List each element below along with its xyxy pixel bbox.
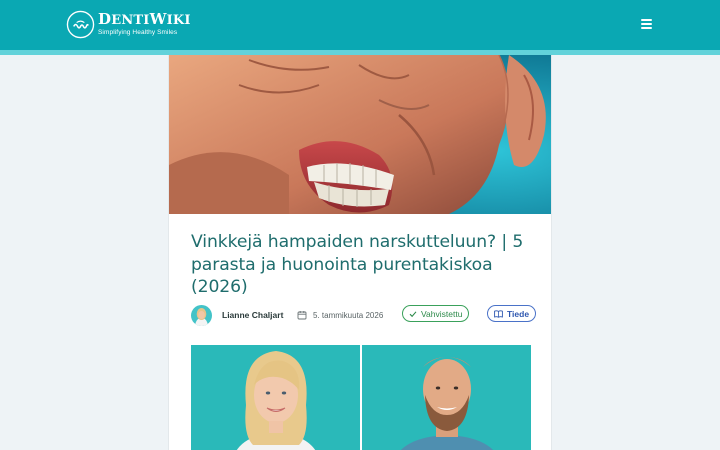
science-badge-label: Tiede xyxy=(507,308,530,319)
site-logo[interactable]: DENTIWIKI Simplifying Healthy Smiles xyxy=(66,9,191,39)
author-avatar[interactable] xyxy=(191,305,212,326)
hero-image xyxy=(169,55,551,214)
author-name[interactable]: Lianne Chaljart xyxy=(222,310,283,320)
logo-name: DENTIWIKI xyxy=(98,9,191,28)
expert-photo-woman[interactable] xyxy=(191,345,360,450)
article-title: Vinkkejä hampaiden narskutteluun? | 5 pa… xyxy=(191,232,524,297)
logo-tagline: Simplifying Healthy Smiles xyxy=(98,28,178,36)
expert-photo-man[interactable] xyxy=(362,345,531,450)
article-meta: Lianne Chaljart 5. tammikuuta 2026 Vahvi… xyxy=(191,305,537,327)
tooth-logo-icon xyxy=(66,10,95,38)
expert-photos xyxy=(191,345,531,450)
verified-badge-label: Vahvistettu xyxy=(421,308,463,319)
article-card: Vinkkejä hampaiden narskutteluun? | 5 pa… xyxy=(168,55,552,450)
calendar-icon xyxy=(297,311,307,320)
publish-date: 5. tammikuuta 2026 xyxy=(313,310,384,320)
hamburger-menu-icon[interactable] xyxy=(640,17,654,29)
checkmark-icon xyxy=(409,310,417,317)
logo-text: DENTIWIKI Simplifying Healthy Smiles xyxy=(98,9,191,37)
science-badge[interactable]: Tiede xyxy=(487,305,537,322)
verified-badge[interactable]: Vahvistettu xyxy=(402,305,470,322)
book-icon xyxy=(494,309,503,318)
